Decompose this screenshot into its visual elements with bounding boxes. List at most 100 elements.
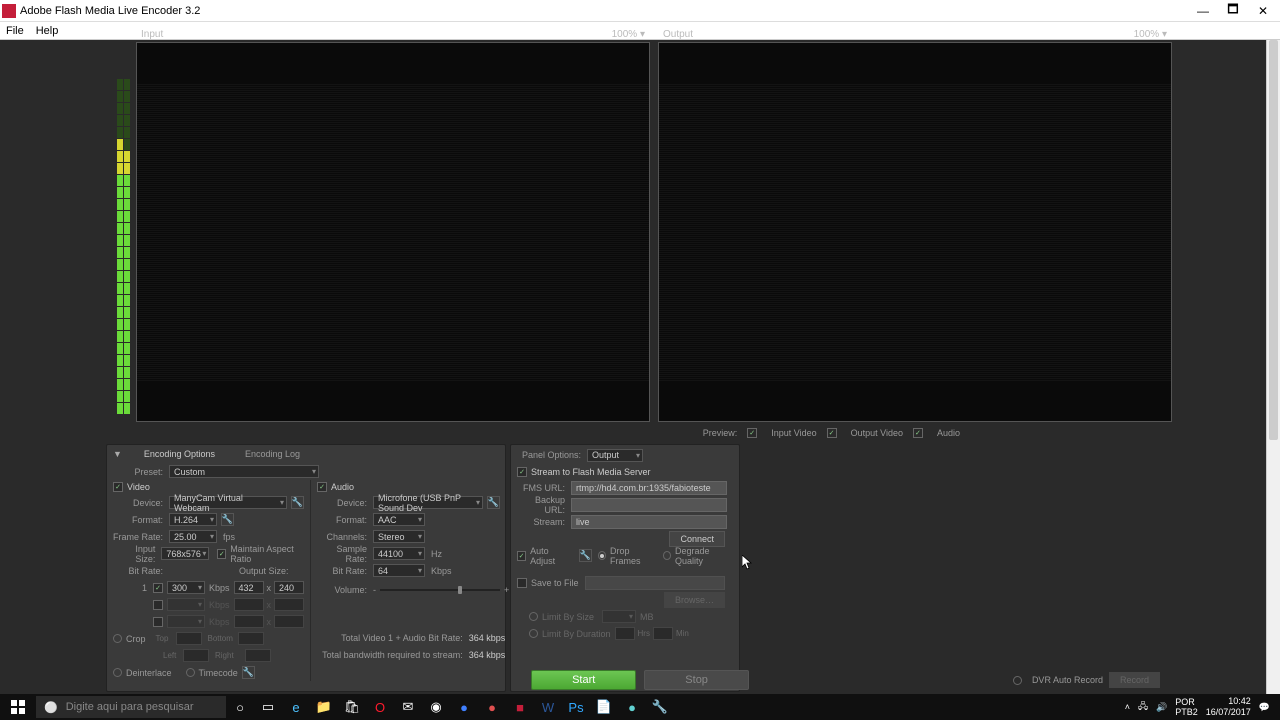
audio-device-dropdown[interactable]: Microfone (USB PnP Sound Dev — [373, 496, 483, 509]
stream1-enable-checkbox[interactable]: ✓ — [153, 583, 163, 593]
input-zoom-dropdown[interactable]: 100% ▾ — [612, 29, 645, 41]
stream3-bitrate-dropdown[interactable] — [167, 615, 205, 628]
opera-icon[interactable]: O — [366, 694, 394, 720]
stream-name-input[interactable]: live — [571, 515, 727, 529]
video-enable-checkbox[interactable]: ✓ — [113, 482, 123, 492]
video-format-dropdown[interactable]: H.264 — [169, 513, 217, 526]
system-tray[interactable]: ˄ 🖧 🔊 PORPTB2 10:42 16/07/2017 💬 — [1115, 696, 1280, 718]
stream1-height-input[interactable]: 240 — [274, 581, 304, 594]
tray-volume-icon[interactable]: 🔊 — [1156, 702, 1167, 713]
mail-icon[interactable]: ✉ — [394, 694, 422, 720]
app-icon-3[interactable]: ● — [618, 694, 646, 720]
tray-chevron-icon[interactable]: ˄ — [1125, 702, 1130, 712]
video-inputsize-dropdown[interactable]: 768x576 — [161, 547, 209, 560]
video-section-label: Video — [127, 482, 150, 492]
audio-device-settings-icon[interactable]: 🔧 — [487, 496, 500, 509]
video-framerate-dropdown[interactable]: 25.00 — [169, 530, 217, 543]
drop-frames-radio[interactable] — [598, 551, 606, 560]
start-stop-row: Start Stop DVR Auto Record Record — [0, 670, 1280, 690]
input-video-content — [137, 83, 649, 381]
menu-file[interactable]: File — [6, 22, 24, 39]
word-icon[interactable]: W — [534, 694, 562, 720]
task-view-icon[interactable]: ▭ — [254, 694, 282, 720]
maintain-aspect-checkbox[interactable]: ✓ — [217, 549, 226, 559]
tray-time[interactable]: 10:42 — [1206, 696, 1251, 707]
video-format-settings-icon[interactable]: 🔧 — [221, 513, 234, 526]
chrome-icon[interactable]: ◉ — [422, 694, 450, 720]
video-device-dropdown[interactable]: ManyCam Virtual Webcam — [169, 496, 287, 509]
tray-network-icon[interactable]: 🖧 — [1138, 699, 1148, 715]
start-menu-button[interactable] — [0, 694, 36, 720]
app-icon-1[interactable]: ● — [450, 694, 478, 720]
app-icon-2[interactable]: ● — [478, 694, 506, 720]
record-button[interactable]: Record — [1109, 672, 1160, 688]
stream2-bitrate-dropdown[interactable] — [167, 598, 205, 611]
output-zoom-dropdown[interactable]: 100% ▾ — [1134, 29, 1167, 41]
photoshop-icon[interactable]: Ps — [562, 694, 590, 720]
menu-help[interactable]: Help — [36, 22, 59, 39]
auto-adjust-checkbox[interactable]: ✓ — [517, 551, 526, 561]
notepad-icon[interactable]: 📄 — [590, 694, 618, 720]
preview-area: Input 100% ▾ Output 100% ▾ — [0, 40, 1280, 424]
preview-output-checkbox[interactable]: ✓ — [827, 428, 837, 438]
auto-adjust-settings-icon[interactable]: 🔧 — [579, 549, 592, 562]
tray-notifications-icon[interactable]: 💬 — [1259, 702, 1270, 713]
dvr-auto-record-radio[interactable] — [1013, 676, 1022, 685]
tab-encoding-options[interactable]: Encoding Options — [136, 447, 223, 461]
app-logo — [2, 4, 16, 18]
stream1-bitrate-dropdown[interactable]: 300 — [167, 581, 205, 594]
limit-size-input[interactable] — [602, 610, 636, 623]
audio-channels-dropdown[interactable]: Stereo — [373, 530, 425, 543]
backup-url-input[interactable] — [571, 498, 727, 512]
limit-size-radio[interactable] — [529, 612, 538, 621]
stream2-enable-checkbox[interactable] — [153, 600, 163, 610]
stream1-width-input[interactable]: 432 — [234, 581, 264, 594]
save-file-path-input[interactable] — [585, 576, 725, 590]
fmle-taskbar-icon[interactable]: ■ — [506, 694, 534, 720]
input-label: Input — [141, 29, 163, 41]
titlebar: Adobe Flash Media Live Encoder 3.2 — 🗖 ✕ — [0, 0, 1280, 22]
start-button[interactable]: Start — [531, 670, 636, 690]
output-video-content — [659, 83, 1171, 381]
tray-language[interactable]: PORPTB2 — [1175, 697, 1198, 717]
degrade-quality-radio[interactable] — [663, 551, 671, 560]
save-to-file-checkbox[interactable] — [517, 578, 527, 588]
audio-enable-checkbox[interactable]: ✓ — [317, 482, 327, 492]
volume-slider[interactable] — [380, 589, 500, 591]
main-content: Input 100% ▾ Output 100% ▾ Preview: ✓ In… — [0, 40, 1280, 694]
maximize-button[interactable]: 🗖 — [1218, 1, 1248, 21]
browse-button[interactable]: Browse… — [664, 592, 725, 608]
disclosure-icon[interactable]: ▼ — [113, 449, 122, 459]
close-button[interactable]: ✕ — [1248, 1, 1278, 21]
preview-options: Preview: ✓ Input Video ✓ Output Video ✓ … — [703, 428, 960, 438]
connect-button[interactable]: Connect — [669, 531, 725, 547]
crop-radio[interactable] — [113, 634, 122, 643]
audio-format-dropdown[interactable]: AAC — [373, 513, 425, 526]
stream3-enable-checkbox[interactable] — [153, 617, 163, 627]
explorer-icon[interactable]: 📁 — [310, 694, 338, 720]
edge-icon[interactable]: e — [282, 694, 310, 720]
fms-url-input[interactable]: rtmp://hd4.com.br:1935/fabioteste — [571, 481, 727, 495]
stream-fms-checkbox[interactable]: ✓ — [517, 467, 527, 477]
encoding-panel: ▼ Encoding Options Encoding Log Preset: … — [106, 444, 506, 692]
preview-audio-checkbox[interactable]: ✓ — [913, 428, 923, 438]
tab-encoding-log[interactable]: Encoding Log — [237, 447, 308, 461]
tray-date[interactable]: 16/07/2017 — [1206, 707, 1251, 718]
preset-dropdown[interactable]: Custom — [169, 465, 319, 478]
preview-input-checkbox[interactable]: ✓ — [747, 428, 757, 438]
cortana-icon[interactable]: ○ — [226, 694, 254, 720]
audio-samplerate-dropdown[interactable]: 44100 — [373, 547, 425, 560]
store-icon[interactable]: 🛍 — [338, 694, 366, 720]
taskbar-search[interactable]: ⚪ Digite aqui para pesquisar — [36, 696, 226, 718]
panel-options-dropdown[interactable]: Output — [587, 449, 643, 462]
video-device-settings-icon[interactable]: 🔧 — [291, 496, 304, 509]
input-video-panel: Input 100% ▾ — [136, 42, 650, 422]
output-panel: Panel Options: Output ✓ Stream to Flash … — [510, 444, 740, 692]
audio-bitrate-dropdown[interactable]: 64 — [373, 564, 425, 577]
vertical-scrollbar[interactable] — [1266, 40, 1280, 694]
minimize-button[interactable]: — — [1188, 1, 1218, 21]
stop-button[interactable]: Stop — [644, 670, 749, 690]
output-label: Output — [663, 29, 693, 41]
limit-duration-radio[interactable] — [529, 629, 538, 638]
app-icon-4[interactable]: 🔧 — [646, 694, 674, 720]
